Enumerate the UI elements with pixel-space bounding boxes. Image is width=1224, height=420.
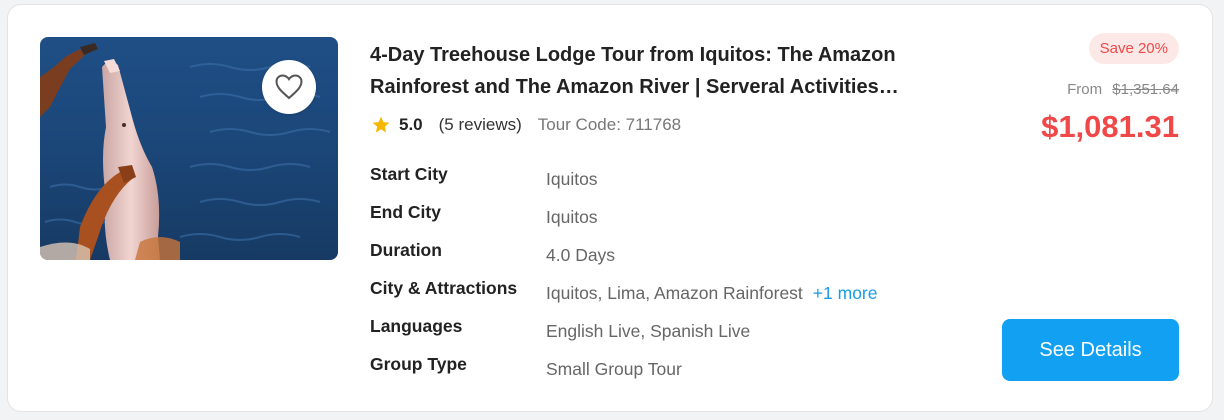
detail-value: 4.0 Days <box>546 245 616 265</box>
detail-row-languages: Languages English Live, Spanish Live <box>370 315 950 353</box>
detail-value: Iquitos <box>546 169 598 189</box>
star-icon <box>372 116 390 133</box>
favorite-button[interactable] <box>262 60 316 114</box>
detail-value: Iquitos, Lima, Amazon Rainforest +1 more <box>546 283 877 304</box>
detail-row-end-city: End City Iquitos <box>370 201 950 239</box>
tour-title[interactable]: 4-Day Treehouse Lodge Tour from Iquitos:… <box>370 39 950 103</box>
see-details-button[interactable]: See Details <box>1002 319 1179 381</box>
heart-outline-icon <box>275 74 303 100</box>
detail-row-duration: Duration 4.0 Days <box>370 239 950 277</box>
detail-value: Iquitos <box>546 207 598 227</box>
reviews-link[interactable]: (5 reviews) <box>439 115 522 135</box>
tour-code: Tour Code: 711768 <box>537 115 682 134</box>
attractions-list: Iquitos, Lima, Amazon Rainforest <box>546 283 803 303</box>
detail-row-group-type: Group Type Small Group Tour <box>370 353 950 391</box>
detail-row-attractions: City & Attractions Iquitos, Lima, Amazon… <box>370 277 950 315</box>
rating-value: 5.0 <box>399 115 423 134</box>
detail-value: Small Group Tour <box>546 359 682 379</box>
tour-details: Start City Iquitos End City Iquitos Dura… <box>370 163 950 391</box>
detail-label: End City <box>370 202 441 222</box>
detail-label: Start City <box>370 164 448 184</box>
detail-value: English Live, Spanish Live <box>546 321 751 341</box>
save-badge: Save 20% <box>1088 33 1179 64</box>
from-label: From <box>1067 81 1103 98</box>
detail-label: City & Attractions <box>370 278 518 298</box>
more-attractions-link[interactable]: +1 more <box>813 283 878 303</box>
tour-photo[interactable] <box>40 37 338 260</box>
original-price: $1,351.64 <box>1112 81 1179 98</box>
detail-label: Duration <box>370 240 442 260</box>
detail-row-start-city: Start City Iquitos <box>370 163 950 201</box>
current-price: $1,081.31 <box>1041 109 1179 144</box>
from-price-row: From $1,351.64 <box>1067 81 1179 98</box>
rating-row: 5.0 (5 reviews) Tour Code: 711768 <box>371 113 681 137</box>
tour-card[interactable]: 4-Day Treehouse Lodge Tour from Iquitos:… <box>7 4 1213 412</box>
detail-label: Group Type <box>370 354 467 374</box>
detail-label: Languages <box>370 316 463 336</box>
